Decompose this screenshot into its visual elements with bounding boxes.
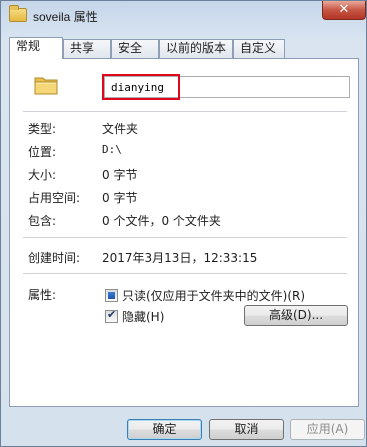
tab-security[interactable]: 安全	[111, 39, 159, 58]
tab-previous-versions[interactable]: 以前的版本	[159, 39, 233, 58]
ok-button[interactable]: 确定	[127, 419, 202, 440]
size-label: 大小:	[28, 168, 57, 182]
general-panel: 类型: 文件夹 位置: D:\ 大小: 0 字节 占用空间: 0 字节 包含: …	[9, 58, 359, 407]
tab-customize[interactable]: 自定义	[233, 39, 285, 58]
title-bar[interactable]: soveila 属性 ✕	[1, 1, 366, 31]
window-title: soveila 属性	[33, 10, 98, 24]
location-label: 位置:	[28, 145, 57, 159]
advanced-button[interactable]: 高级(D)...	[244, 305, 348, 326]
apply-button[interactable]: 应用(A)	[290, 419, 365, 440]
cancel-button[interactable]: 取消	[209, 419, 284, 440]
contains-value: 0 个文件，0 个文件夹	[102, 214, 221, 228]
folder-name-input[interactable]	[104, 76, 350, 98]
location-value: D:\	[102, 143, 122, 156]
folder-icon	[34, 77, 58, 95]
created-label: 创建时间:	[28, 251, 81, 265]
hidden-checkbox[interactable]	[105, 308, 118, 323]
size-on-disk-value: 0 字节	[102, 191, 138, 205]
created-value: 2017年3月13日，12:33:15	[102, 251, 258, 265]
size-on-disk-label: 占用空间:	[28, 191, 81, 205]
type-value: 文件夹	[102, 122, 139, 136]
close-button[interactable]: ✕	[322, 1, 366, 20]
divider	[23, 237, 347, 238]
type-label: 类型:	[28, 122, 57, 136]
readonly-checkbox[interactable]	[105, 289, 118, 302]
hidden-label[interactable]: 隐藏(H)	[122, 308, 164, 325]
folder-title-icon	[9, 5, 27, 22]
readonly-label[interactable]: 只读(仅应用于文件夹中的文件)(R)	[122, 287, 305, 304]
tab-sharing[interactable]: 共享	[63, 39, 111, 58]
size-value: 0 字节	[102, 168, 138, 182]
contains-label: 包含:	[28, 214, 57, 228]
tab-general[interactable]: 常规	[9, 37, 63, 59]
properties-window: soveila 属性 ✕ 常规 共享 安全 以前的版本 自定义 类型: 文件夹 …	[0, 0, 367, 447]
divider	[23, 111, 347, 112]
divider	[23, 273, 347, 274]
attributes-label: 属性:	[28, 288, 57, 302]
